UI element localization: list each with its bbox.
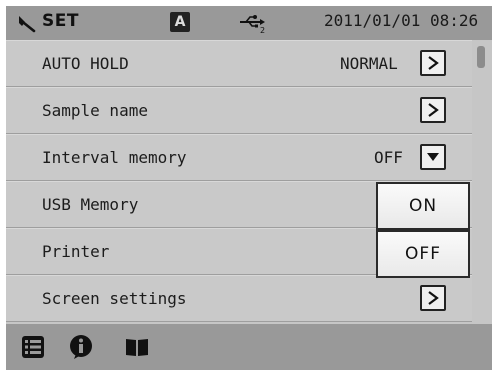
option-on[interactable]: ON [378,184,468,228]
row-label: Interval memory [42,148,187,167]
row-screen-settings[interactable]: Screen settings [6,275,472,322]
wrench-icon [19,16,36,33]
usb-icon: 2 [240,15,265,34]
chevron-right-icon [428,56,439,70]
header-bar: SET A 2 2011/01/01 08:26 [6,6,492,40]
triangle-down-icon [427,153,439,161]
row-label: Screen settings [42,289,187,308]
row-interval-memory[interactable]: Interval memory OFF [6,134,472,181]
book-icon[interactable] [124,334,150,360]
row-label: Printer [42,242,110,261]
page-title: SET [42,11,79,31]
scrollbar-thumb[interactable] [477,46,485,68]
footer-bar [6,324,492,370]
row-label: USB Memory [42,195,139,214]
row-label: Sample name [42,101,148,120]
settings-screen: SET A 2 2011/01/01 08:26 AUTO HOLD NORMA… [6,6,492,370]
row-value: NORMAL [340,54,398,73]
arrow-right-button[interactable] [420,97,446,123]
row-auto-hold[interactable]: AUTO HOLD NORMAL [6,40,472,87]
arrow-right-button[interactable] [420,50,446,76]
info-icon[interactable] [68,334,94,360]
dropdown-button[interactable] [420,144,446,170]
mode-badge: A [170,12,190,32]
row-value: OFF [374,148,403,167]
row-label: AUTO HOLD [42,54,129,73]
usb-port-number: 2 [260,26,265,34]
chevron-right-icon [428,291,439,305]
scrollbar-track[interactable] [474,42,488,324]
option-off[interactable]: OFF [378,232,468,276]
arrow-right-button[interactable] [420,285,446,311]
on-off-popup: ON OFF [376,182,470,278]
settings-list: AUTO HOLD NORMAL Sample name Interval me… [6,40,472,322]
row-sample-name[interactable]: Sample name [6,87,472,134]
datetime: 2011/01/01 08:26 [324,11,479,30]
list-icon[interactable] [20,334,46,360]
chevron-right-icon [428,103,439,117]
